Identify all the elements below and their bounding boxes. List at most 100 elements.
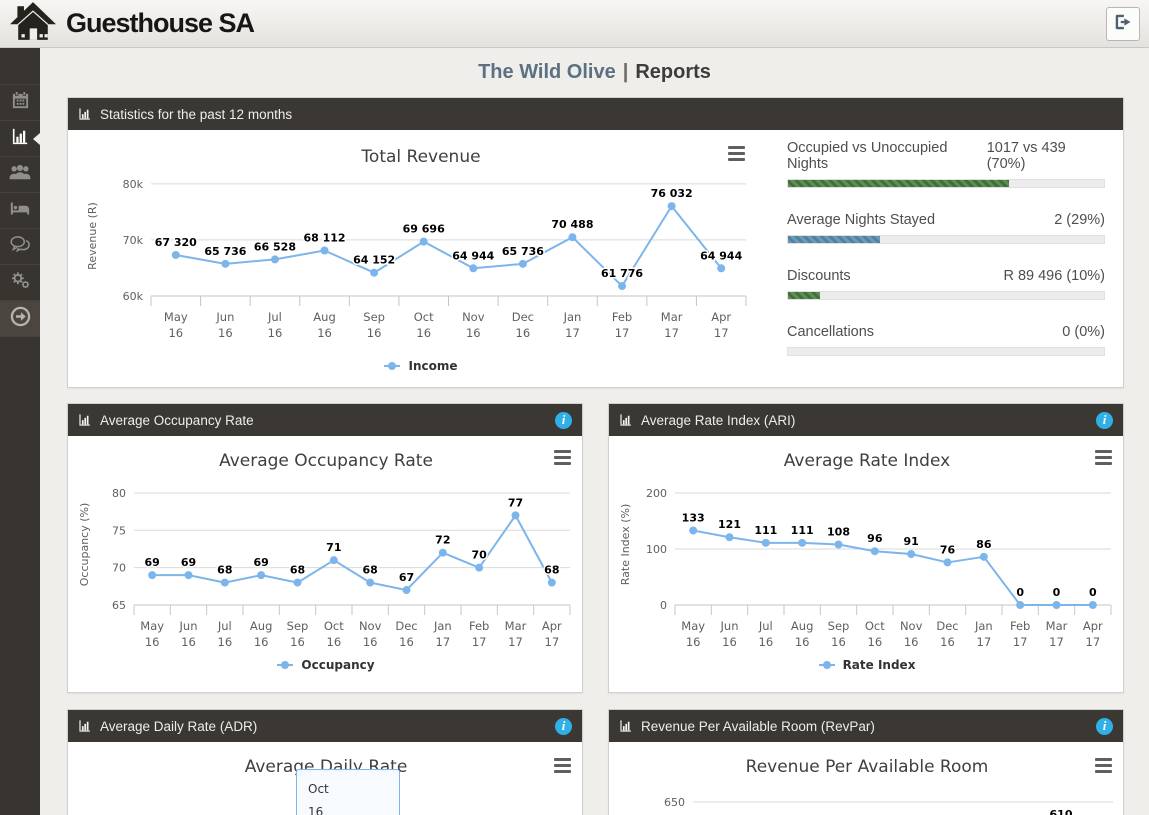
svg-text:64 944: 64 944	[452, 249, 494, 262]
svg-text:Feb: Feb	[469, 619, 489, 633]
svg-text:64 152: 64 152	[353, 254, 395, 267]
legend-label: Income	[408, 359, 457, 373]
progress-bar	[787, 235, 1105, 244]
svg-text:Apr: Apr	[1083, 619, 1103, 633]
chart-legend[interactable]: Income	[76, 359, 766, 373]
svg-text:70 488: 70 488	[551, 218, 593, 231]
chart-menu-icon[interactable]	[1095, 450, 1112, 468]
svg-text:108: 108	[827, 526, 850, 539]
sidebar-item-calendar[interactable]	[0, 85, 40, 121]
total-revenue-chart[interactable]: Total Revenue60k70k80kRevenue (R)May16Ju…	[76, 136, 766, 346]
chart-legend[interactable]: Occupancy	[76, 658, 576, 672]
info-icon[interactable]	[555, 412, 572, 429]
svg-text:76 032: 76 032	[651, 187, 693, 200]
sidebar-item-settings[interactable]	[0, 265, 40, 301]
svg-text:16: 16	[317, 326, 332, 340]
svg-text:Jul: Jul	[267, 310, 282, 324]
svg-text:Occupancy (%): Occupancy (%)	[78, 503, 91, 587]
svg-text:16: 16	[466, 326, 481, 340]
svg-text:68: 68	[217, 564, 232, 577]
svg-text:70: 70	[112, 562, 126, 575]
metric-value: 1017 vs 439 (70%)	[987, 140, 1105, 172]
panel-adr: Average Daily Rate (ADR) Average Daily R…	[67, 709, 583, 815]
occupancy-chart[interactable]: Average Occupancy Rate65707580Occupancy …	[76, 442, 576, 655]
chart-menu-icon[interactable]	[554, 758, 571, 776]
info-icon[interactable]	[555, 718, 572, 735]
svg-text:67: 67	[399, 571, 414, 584]
svg-text:17: 17	[472, 635, 487, 649]
svg-text:Oct: Oct	[324, 619, 344, 633]
svg-text:Dec: Dec	[395, 619, 417, 633]
panel-revpar: Revenue Per Available Room (RevPar) Reve…	[608, 709, 1124, 815]
svg-text:Aug: Aug	[250, 619, 272, 633]
svg-text:Total Revenue: Total Revenue	[360, 147, 480, 167]
metric-average-nights: Average Nights Stayed 2 (29%)	[787, 212, 1105, 244]
svg-text:Apr: Apr	[542, 619, 562, 633]
bar-chart-icon	[78, 107, 92, 121]
info-icon[interactable]	[1096, 412, 1113, 429]
metric-occupied-nights: Occupied vs Unoccupied Nights 1017 vs 43…	[787, 140, 1105, 188]
panel-title: Statistics for the past 12 months	[100, 107, 292, 122]
panel-title: Revenue Per Available Room (RevPar)	[641, 719, 875, 734]
svg-text:77: 77	[508, 496, 523, 509]
panel-title: Average Occupancy Rate	[100, 413, 254, 428]
svg-text:16: 16	[831, 635, 846, 649]
svg-text:17: 17	[615, 326, 630, 340]
info-icon[interactable]	[1096, 718, 1113, 735]
svg-text:16: 16	[327, 635, 342, 649]
svg-text:100: 100	[646, 543, 667, 556]
svg-text:Jul: Jul	[217, 619, 232, 633]
svg-text:17: 17	[1013, 635, 1028, 649]
calendar-icon	[11, 91, 30, 115]
svg-text:16: 16	[181, 635, 196, 649]
svg-text:86: 86	[976, 538, 992, 551]
svg-text:Feb: Feb	[1010, 619, 1030, 633]
svg-text:Dec: Dec	[512, 310, 534, 324]
svg-text:69 696: 69 696	[403, 223, 445, 236]
panel-header: Average Daily Rate (ADR)	[68, 710, 582, 742]
svg-text:16: 16	[416, 326, 431, 340]
rate-index-chart[interactable]: Average Rate Index0100200Rate Index (%)M…	[617, 442, 1117, 655]
panel-statistics: Statistics for the past 12 months Total …	[67, 97, 1124, 388]
house-logo-icon	[10, 2, 56, 45]
svg-text:133: 133	[682, 511, 705, 524]
panel-header: Revenue Per Available Room (RevPar)	[609, 710, 1123, 742]
metric-label: Average Nights Stayed	[787, 212, 935, 228]
svg-text:67 320: 67 320	[155, 236, 197, 249]
panel-title: Average Daily Rate (ADR)	[100, 719, 257, 734]
legend-label: Occupancy	[301, 658, 374, 672]
chart-menu-icon[interactable]	[728, 146, 745, 164]
svg-text:17: 17	[1086, 635, 1101, 649]
svg-text:16: 16	[795, 635, 810, 649]
sidebar-item-messages[interactable]	[0, 229, 40, 265]
svg-text:17: 17	[714, 326, 729, 340]
sidebar-item-rooms[interactable]	[0, 193, 40, 229]
chart-menu-icon[interactable]	[1095, 758, 1112, 776]
chart-legend[interactable]: Rate Index	[617, 658, 1117, 672]
sidebar-item-guests[interactable]	[0, 157, 40, 193]
svg-text:68: 68	[290, 564, 305, 577]
svg-text:0: 0	[1016, 586, 1024, 599]
svg-text:16: 16	[759, 635, 774, 649]
svg-text:Mar: Mar	[1046, 619, 1068, 633]
svg-text:68 112: 68 112	[303, 232, 345, 245]
svg-text:May: May	[140, 619, 164, 633]
sidebar-item-collapse[interactable]	[0, 301, 40, 337]
svg-text:76: 76	[940, 543, 956, 556]
bar-chart-icon	[619, 413, 633, 427]
chart-menu-icon[interactable]	[554, 450, 571, 468]
svg-text:0: 0	[1089, 586, 1097, 599]
sidebar-item-reports[interactable]	[0, 121, 40, 157]
svg-text:65 736: 65 736	[502, 245, 544, 258]
svg-text:69: 69	[145, 556, 160, 569]
svg-text:68: 68	[544, 564, 559, 577]
metric-value: 0 (0%)	[1062, 324, 1105, 340]
svg-text:121: 121	[718, 518, 741, 531]
revpar-chart[interactable]: Revenue Per Available Room650610	[617, 748, 1117, 815]
panel-header: Average Rate Index (ARI)	[609, 404, 1123, 436]
logout-button[interactable]	[1106, 7, 1140, 41]
metric-label: Cancellations	[787, 324, 874, 340]
svg-text:Rate Index (%): Rate Index (%)	[619, 504, 632, 586]
svg-text:17: 17	[977, 635, 992, 649]
section-name: Reports	[635, 61, 711, 84]
